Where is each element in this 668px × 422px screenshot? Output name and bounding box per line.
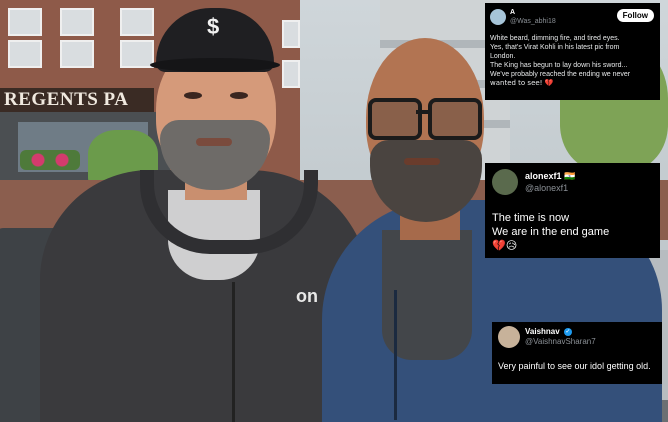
tweet-header: Vaishnav ✓ @VaishnavSharan7 [498,326,596,348]
tweet-line: Very painful to see our idol getting old… [498,361,651,371]
tweet-line: We've probably reached the ending we nev… [490,71,631,78]
tweet-line: 💔😥 [492,239,518,252]
window [60,8,94,36]
tweet-text: The time is now We are in the end game 💔… [492,211,656,253]
window [8,8,42,36]
person-1-eye [184,92,202,99]
glasses-lens [428,98,482,140]
tweet-text: Very painful to see our idol getting old… [498,361,658,372]
tweet-line: The time is now [492,212,570,224]
person-1-eye [230,92,248,99]
author-name[interactable]: alonexf1 [525,171,562,181]
author-handle[interactable]: @Was_abhi18 [510,17,556,26]
glasses [366,98,482,140]
window [282,20,300,48]
tweet-author: Vaishnav ✓ @VaishnavSharan7 [525,327,596,347]
tweet-header: A @Was_abhi18 [490,8,556,26]
tweet-line: White beard, dimming fire, and tired eye… [490,35,620,42]
tweet-header: alonexf1 🇮🇳 @alonexf1 [492,169,575,195]
person-1-mouth [196,138,232,146]
verified-badge-icon: ✓ [563,327,572,336]
avatar[interactable] [490,9,506,25]
flag-icon: 🇮🇳 [564,171,576,182]
glasses-lens [368,98,422,140]
storefront-sign: REGENTS PA [0,88,154,112]
tweet-card[interactable]: A @Was_abhi18 Follow White beard, dimmin… [485,3,660,100]
tweet-line: Yes, that's Virat Kohli in his latest pi… [490,44,620,51]
avatar[interactable] [498,326,520,348]
tweet-line: London. [490,53,516,60]
avatar[interactable] [492,169,518,195]
tweet-card[interactable]: alonexf1 🇮🇳 @alonexf1 The time is now We… [485,163,660,258]
author-handle[interactable]: @VaishnavSharan7 [525,337,596,347]
author-name[interactable]: Vaishnav [525,327,560,336]
flower-planter [20,150,80,170]
tweet-text: White beard, dimming fire, and tired eye… [490,34,656,88]
window [120,40,154,68]
window [120,8,154,36]
tweet-author: A @Was_abhi18 [510,8,556,26]
window [60,40,94,68]
tweet-card[interactable]: Vaishnav ✓ @VaishnavSharan7 Very painful… [492,322,662,384]
person-2-zipper [394,290,397,420]
author-name[interactable]: A [510,8,556,17]
tweet-line: We are in the end game [492,226,610,238]
person-1-zipper [232,282,235,422]
person-2-mouth [404,158,440,165]
person-1-cap-brim [150,58,280,72]
window [8,40,42,68]
hoodie-logo: on [296,286,318,306]
cap-logo: $ [207,14,220,39]
tweet-line: The King has begun to lay down his sword… [490,62,628,69]
author-handle[interactable]: @alonexf1 [525,183,575,194]
tweet-author: alonexf1 🇮🇳 @alonexf1 [525,171,575,194]
follow-button[interactable]: Follow [616,9,654,22]
window [282,60,300,88]
tweet-line: wanted to see! 💔 [490,79,554,87]
